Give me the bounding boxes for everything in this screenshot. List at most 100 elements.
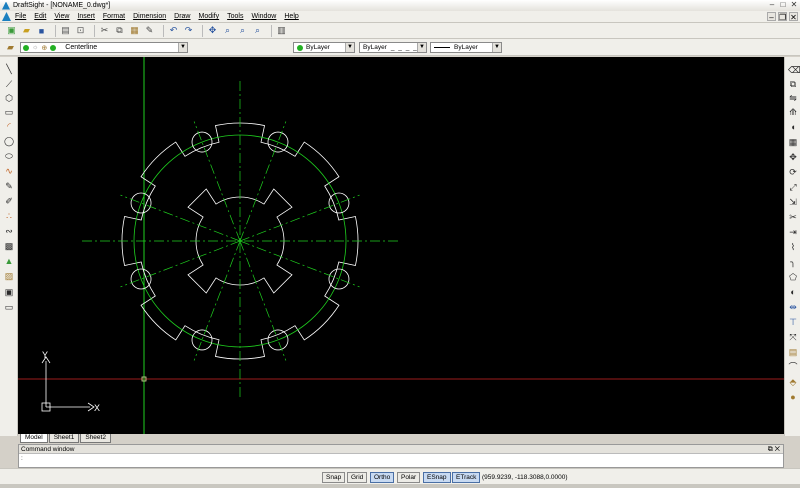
lengthen-icon[interactable]: ⊤ (788, 317, 798, 327)
paste-icon[interactable]: ▦ (129, 25, 140, 36)
layer-dropdown[interactable]: ☼ ⊕ Centerline ▼ (20, 42, 188, 53)
erase-icon[interactable]: ⌫ (788, 65, 800, 75)
properties-icon[interactable]: ▥ (276, 25, 287, 36)
tab-model[interactable]: Model (20, 434, 48, 443)
doc-minimize-button[interactable]: – (767, 12, 776, 22)
draw-order-icon[interactable]: ● (788, 392, 798, 402)
edit-hatch-icon[interactable]: ▤ (788, 347, 798, 357)
drawing-svg[interactable]: Y X (18, 57, 784, 436)
undo-icon[interactable]: ↶ (168, 25, 179, 36)
cut-icon[interactable]: ✂ (99, 25, 110, 36)
region-icon[interactable]: ▲ (4, 256, 14, 266)
table-icon[interactable]: ▣ (4, 287, 14, 297)
hatch-icon[interactable]: ▩ (4, 241, 14, 251)
copy-icon[interactable]: ⧉ (114, 25, 125, 36)
mirror-icon[interactable]: ⇋ (788, 93, 798, 103)
grid-toggle[interactable]: Grid (347, 472, 368, 483)
edit-spline-icon[interactable]: ⌒ (788, 362, 798, 372)
menu-draw[interactable]: Draw (174, 13, 190, 20)
document-icon[interactable] (2, 12, 11, 21)
tab-sheet2[interactable]: Sheet2 (80, 434, 111, 443)
tab-sheet1[interactable]: Sheet1 (48, 434, 80, 443)
infinite-line-icon[interactable]: ⟋ (4, 79, 14, 89)
zoom-realtime-icon[interactable]: ⌕ (222, 25, 233, 36)
point-icon[interactable]: ✎ (4, 181, 14, 191)
lineweight-dropdown[interactable]: ByLayer ▼ (430, 42, 502, 53)
print-preview-icon[interactable]: ⊡ (75, 25, 86, 36)
etrack-toggle[interactable]: ETrack (452, 472, 481, 483)
linetype-dropdown[interactable]: ByLayer _ _ _ _ ▼ (359, 42, 427, 53)
menu-dimension[interactable]: Dimension (133, 13, 166, 20)
doc-restore-button[interactable]: ❐ (778, 12, 787, 22)
command-input[interactable]: : (19, 454, 783, 463)
edit-polyline-icon[interactable]: ⤧ (788, 332, 798, 342)
stretch-icon[interactable]: ⇲ (788, 197, 798, 207)
draftsight-logo-icon (2, 1, 10, 10)
zoom-window-icon[interactable]: ⌕ (237, 25, 248, 36)
menu-insert[interactable]: Insert (77, 13, 95, 20)
open-file-icon[interactable]: ▰ (21, 25, 32, 36)
line-icon[interactable]: ╲ (4, 64, 14, 74)
menu-edit[interactable]: Edit (34, 13, 46, 20)
layer-freeze-icon: ☼ (32, 44, 39, 51)
menu-tools[interactable]: Tools (227, 13, 243, 20)
chevron-down-icon: ▼ (492, 43, 501, 52)
copy-entity-icon[interactable]: ⧉ (788, 79, 798, 89)
menu-modify[interactable]: Modify (199, 13, 220, 20)
snap-toggle[interactable]: Snap (322, 472, 346, 483)
save-icon[interactable]: ■ (36, 25, 47, 36)
array-icon[interactable]: ▦ (788, 137, 798, 147)
document-window-controls: – ❐ ✕ (767, 12, 798, 22)
minimize-button[interactable]: – (768, 1, 776, 9)
layer-manager-icon[interactable]: ▰ (5, 42, 16, 53)
pattern-icon[interactable]: ◖ (788, 122, 798, 132)
polyline-icon[interactable]: ⬡ (4, 93, 14, 103)
redo-icon[interactable]: ↷ (183, 25, 194, 36)
gear-drawing[interactable] (82, 81, 398, 399)
menu-help[interactable]: Help (284, 13, 298, 20)
maximize-button[interactable]: □ (779, 1, 787, 9)
ortho-toggle[interactable]: Ortho (370, 472, 395, 483)
doc-close-button[interactable]: ✕ (789, 12, 798, 22)
color-dropdown[interactable]: ByLayer ▼ (293, 42, 355, 53)
close-button[interactable]: ✕ (790, 1, 798, 9)
menu-view[interactable]: View (54, 13, 69, 20)
scatter-icon[interactable]: ∴ (4, 211, 14, 221)
zoom-fit-icon[interactable]: ⌕ (252, 25, 263, 36)
float-icon[interactable]: ⧉ (768, 446, 773, 453)
menu-window[interactable]: Window (251, 13, 276, 20)
esnap-toggle[interactable]: ESnap (423, 472, 451, 483)
rotate-icon[interactable]: ⟳ (788, 167, 798, 177)
break-icon[interactable]: ⌇ (788, 242, 798, 252)
block-icon[interactable]: ▨ (4, 271, 14, 281)
offset-icon[interactable]: ⟰ (788, 107, 798, 117)
close-icon[interactable]: ✕ (775, 446, 780, 453)
revision-cloud-icon[interactable]: ✐ (4, 196, 14, 206)
edit-block-icon[interactable]: ⬘ (788, 377, 798, 387)
hole-centerline (193, 240, 241, 361)
freehand-icon[interactable]: ∾ (4, 226, 14, 236)
circle-icon[interactable]: ◯ (4, 136, 14, 146)
trim-icon[interactable]: ✂ (788, 212, 798, 222)
new-file-icon[interactable]: ▣ (6, 25, 17, 36)
explode-icon[interactable]: ◐ (788, 287, 798, 297)
polar-toggle[interactable]: Polar (397, 472, 421, 483)
menu-format[interactable]: Format (103, 13, 125, 20)
menu-file[interactable]: File (15, 13, 26, 20)
move-icon[interactable]: ✥ (788, 152, 798, 162)
rectangle-icon[interactable]: ▭ (4, 107, 14, 117)
toolbar-separator (271, 24, 272, 37)
print-icon[interactable]: ▤ (60, 25, 71, 36)
match-properties-icon[interactable]: ✎ (144, 25, 155, 36)
fillet-icon[interactable]: ╮ (788, 257, 798, 267)
note-icon[interactable]: ▭ (4, 302, 14, 312)
extend-icon[interactable]: ⇥ (788, 227, 798, 237)
pan-icon[interactable]: ✥ (207, 25, 218, 36)
ellipse-icon[interactable]: ⬭ (4, 151, 14, 161)
chamfer-icon[interactable]: ⬠ (788, 272, 798, 282)
arc-icon[interactable]: ◜ (4, 121, 14, 131)
drawing-canvas[interactable]: Y X (18, 57, 784, 436)
join-icon[interactable]: ⇹ (788, 302, 798, 312)
spline-icon[interactable]: ∿ (4, 166, 14, 176)
scale-icon[interactable]: ⤢ (788, 182, 798, 192)
